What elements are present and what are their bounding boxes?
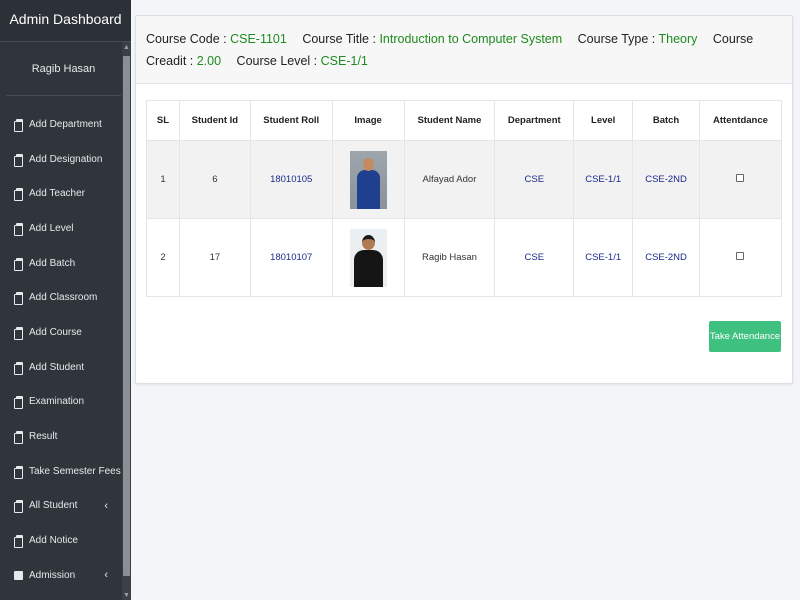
cell-student-roll[interactable]: 18010107 xyxy=(249,218,333,297)
table-row: 2 17 18010107 Ragib Hasan CSE CSE-1/1 CS… xyxy=(146,218,783,297)
cell-attendance xyxy=(698,140,783,219)
column-header: Student Id xyxy=(178,100,251,141)
course-title-label: Course Title : xyxy=(302,32,380,46)
sidebar-item-label: Add Batch xyxy=(29,257,76,269)
sidebar-item-add-designation[interactable]: Add Designation xyxy=(0,142,122,177)
copy-icon xyxy=(14,361,23,375)
sidebar-item-add-notice[interactable]: Add Notice xyxy=(0,523,122,558)
cell-student-roll[interactable]: 18010105 xyxy=(249,140,333,219)
column-header: Batch xyxy=(632,100,700,141)
sidebar-item-add-student[interactable]: Add Student xyxy=(0,350,122,385)
copy-icon xyxy=(14,188,23,202)
scroll-down-icon[interactable]: ▼ xyxy=(122,592,131,599)
cell-image xyxy=(331,218,405,297)
column-header: Department xyxy=(494,100,575,141)
course-code-label: Course Code : xyxy=(146,32,231,46)
take-attendance-button[interactable]: Take Attendance xyxy=(709,321,781,352)
cell-student-name: Ragib Hasan xyxy=(403,218,496,297)
scroll-up-icon[interactable]: ▲ xyxy=(122,44,131,51)
copy-icon xyxy=(14,396,23,410)
copy-icon xyxy=(14,465,23,479)
sidebar-item-add-department[interactable]: Add Department xyxy=(0,107,122,142)
sidebar-user-name[interactable]: Ragib Hasan xyxy=(6,42,121,96)
course-title: Introduction to Computer System xyxy=(379,32,563,46)
sidebar-title[interactable]: Admin Dashboard xyxy=(0,0,131,42)
cell-student-id: 6 xyxy=(178,140,251,219)
sidebar-item-add-batch[interactable]: Add Batch xyxy=(0,246,122,281)
column-header: Attentdance xyxy=(698,100,783,141)
sidebar-item-label: Examination xyxy=(29,396,85,408)
copy-icon xyxy=(14,222,23,236)
column-header: Level xyxy=(573,100,634,141)
column-header: SL xyxy=(146,100,180,141)
sidebar-item-label: All Student xyxy=(29,500,78,512)
sidebar-item-add-classroom[interactable]: Add Classroom xyxy=(0,280,122,315)
chevron-left-icon: ‹ xyxy=(104,569,108,582)
edit-icon xyxy=(14,570,23,581)
cell-batch[interactable]: CSE-2ND xyxy=(632,218,700,297)
sidebar-item-add-teacher[interactable]: Add Teacher xyxy=(0,176,122,211)
cell-image xyxy=(331,140,405,219)
course-credit: 2.00 xyxy=(196,54,222,68)
sidebar-item-add-course[interactable]: Add Course xyxy=(0,315,122,350)
sidebar-item-add-level[interactable]: Add Level xyxy=(0,211,122,246)
attendance-checkbox[interactable] xyxy=(736,252,745,260)
copy-icon xyxy=(14,500,23,514)
column-header: Image xyxy=(331,100,405,141)
copy-icon xyxy=(14,292,23,306)
course-type-label: Course Type : xyxy=(577,32,659,46)
sidebar-item-label: Result xyxy=(29,431,58,443)
sidebar-scrollbar[interactable]: ▲ ▼ xyxy=(122,42,131,600)
sidebar-item-label: Add Course xyxy=(29,326,82,338)
attendance-checkbox[interactable] xyxy=(736,174,745,182)
cell-level[interactable]: CSE-1/1 xyxy=(573,140,634,219)
copy-icon xyxy=(14,431,23,445)
sidebar-nav: Add Department Add Designation Add Teach… xyxy=(0,96,131,593)
cell-sl: 1 xyxy=(146,140,180,219)
sidebar-item-admission[interactable]: Admission ‹ xyxy=(0,558,122,593)
sidebar-item-label: Add Level xyxy=(29,222,74,234)
cell-batch[interactable]: CSE-2ND xyxy=(632,140,700,219)
sidebar-item-label: Add Department xyxy=(29,118,102,130)
sidebar-item-label: Add Designation xyxy=(29,153,103,165)
chevron-left-icon: ‹ xyxy=(104,499,108,512)
course-level-label: Course Level : xyxy=(236,54,321,68)
table-header-row: SL Student Id Student Roll Image Student… xyxy=(146,100,783,141)
cell-department[interactable]: CSE xyxy=(494,140,575,219)
table-row: 1 6 18010105 Alfayad Ador CSE CSE-1/1 CS… xyxy=(146,140,783,219)
scrollbar-thumb[interactable] xyxy=(123,56,130,576)
copy-icon xyxy=(14,257,23,271)
course-info: Course Code : CSE-1101 Course Title : In… xyxy=(136,16,792,84)
student-photo xyxy=(349,228,387,287)
cell-sl: 2 xyxy=(146,218,180,297)
sidebar-item-label: Add Notice xyxy=(29,535,78,547)
sidebar-item-result[interactable]: Result xyxy=(0,419,122,454)
column-header: Student Name xyxy=(403,100,496,141)
sidebar-item-label: Add Classroom xyxy=(29,292,98,304)
attendance-card: Course Code : CSE-1101 Course Title : In… xyxy=(135,15,793,384)
sidebar: Admin Dashboard Ragib Hasan Add Departme… xyxy=(0,0,131,600)
student-table: SL Student Id Student Roll Image Student… xyxy=(146,100,783,297)
column-header: Student Roll xyxy=(249,100,333,141)
course-type: Theory xyxy=(658,32,698,46)
sidebar-item-label: Add Student xyxy=(29,361,85,373)
course-level: CSE-1/1 xyxy=(320,54,368,68)
course-code: CSE-1101 xyxy=(230,32,287,46)
cell-department[interactable]: CSE xyxy=(494,218,575,297)
sidebar-item-take-semester-fees[interactable]: Take Semester Fees xyxy=(0,454,122,489)
copy-icon xyxy=(14,535,23,549)
copy-icon xyxy=(14,118,23,132)
cell-level[interactable]: CSE-1/1 xyxy=(573,218,634,297)
cell-student-id: 17 xyxy=(178,218,251,297)
cell-student-name: Alfayad Ador xyxy=(403,140,496,219)
student-photo xyxy=(349,150,387,209)
copy-icon xyxy=(14,153,23,167)
sidebar-item-label: Take Semester Fees xyxy=(29,465,121,477)
sidebar-item-label: Admission xyxy=(29,569,76,581)
sidebar-item-label: Add Teacher xyxy=(29,188,85,200)
copy-icon xyxy=(14,326,23,340)
sidebar-item-examination[interactable]: Examination xyxy=(0,385,122,420)
cell-attendance xyxy=(698,218,783,297)
sidebar-item-all-student[interactable]: All Student ‹ xyxy=(0,489,122,524)
